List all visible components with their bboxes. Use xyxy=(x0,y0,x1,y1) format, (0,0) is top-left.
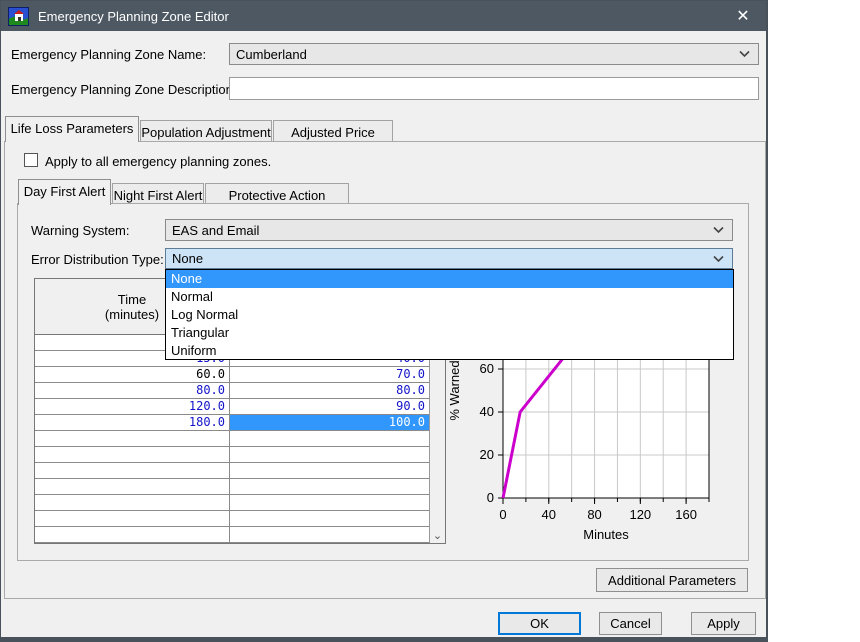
zone-name-value: Cumberland xyxy=(236,47,307,62)
window-title: Emergency Planning Zone Editor xyxy=(38,9,229,24)
apply-all-zones-label: Apply to all emergency planning zones. xyxy=(45,154,271,169)
table-row[interactable] xyxy=(35,495,429,511)
warning-system-label: Warning System: xyxy=(31,223,130,238)
tab-night-first-alert[interactable]: Night First Alert xyxy=(112,183,204,205)
warning-system-value: EAS and Email xyxy=(172,223,259,238)
svg-text:0: 0 xyxy=(487,490,494,505)
close-icon[interactable]: ✕ xyxy=(726,1,760,31)
table-row[interactable]: 180.0100.0 xyxy=(35,415,429,431)
svg-text:120: 120 xyxy=(629,507,651,522)
epz-editor-dialog: Emergency Planning Zone Editor ✕ Emergen… xyxy=(0,0,768,642)
svg-text:40: 40 xyxy=(542,507,556,522)
zone-name-label: Emergency Planning Zone Name: xyxy=(11,47,206,62)
table-row[interactable] xyxy=(35,431,429,447)
apply-button[interactable]: Apply xyxy=(691,612,756,635)
table-row[interactable] xyxy=(35,463,429,479)
ok-button[interactable]: OK xyxy=(498,612,581,635)
table-row[interactable]: 80.080.0 xyxy=(35,383,429,399)
table-row[interactable]: 60.070.0 xyxy=(35,367,429,383)
tab-protective-action-initiation[interactable]: Protective Action Initiation xyxy=(205,183,349,205)
title-bar[interactable]: Emergency Planning Zone Editor ✕ xyxy=(1,1,766,31)
dropdown-option-triangular[interactable]: Triangular xyxy=(166,324,733,342)
svg-text:Minutes: Minutes xyxy=(583,527,629,542)
apply-all-zones-checkbox[interactable] xyxy=(24,153,38,167)
chevron-down-icon xyxy=(739,51,750,58)
tab-adjusted-price-index[interactable]: Adjusted Price Index xyxy=(273,120,393,142)
error-distribution-dropdown[interactable]: None Normal Log Normal Triangular Unifor… xyxy=(165,269,734,360)
table-row[interactable]: 120.090.0 xyxy=(35,399,429,415)
tab-population-adjustment[interactable]: Population Adjustment xyxy=(140,120,272,142)
zone-name-combobox[interactable]: Cumberland xyxy=(229,43,759,65)
dropdown-option-normal[interactable]: Normal xyxy=(166,288,733,306)
zone-desc-input[interactable] xyxy=(229,77,759,100)
tab-day-first-alert[interactable]: Day First Alert xyxy=(18,179,111,205)
svg-text:40: 40 xyxy=(480,404,494,419)
app-icon xyxy=(8,7,29,26)
error-distribution-value: None xyxy=(172,251,203,266)
zone-desc-label: Emergency Planning Zone Description: xyxy=(11,82,236,97)
svg-text:60: 60 xyxy=(480,361,494,376)
error-distribution-combobox[interactable]: None xyxy=(165,248,733,269)
table-row[interactable] xyxy=(35,447,429,463)
cancel-button[interactable]: Cancel xyxy=(599,612,662,635)
svg-text:0: 0 xyxy=(499,507,506,522)
dropdown-option-log-normal[interactable]: Log Normal xyxy=(166,306,733,324)
dropdown-option-uniform[interactable]: Uniform xyxy=(166,342,733,360)
chevron-down-icon xyxy=(713,227,724,234)
table-row[interactable] xyxy=(35,479,429,495)
table-row[interactable] xyxy=(35,527,429,543)
svg-text:% Warned: % Warned xyxy=(447,360,462,420)
additional-parameters-button[interactable]: Additional Parameters xyxy=(596,568,748,592)
chevron-down-icon xyxy=(713,255,724,262)
error-distribution-label: Error Distribution Type: xyxy=(31,252,164,267)
dropdown-option-none[interactable]: None xyxy=(166,270,733,288)
svg-text:80: 80 xyxy=(587,507,601,522)
tab-life-loss-parameters[interactable]: Life Loss Parameters xyxy=(5,116,139,142)
warning-system-combobox[interactable]: EAS and Email xyxy=(165,219,733,241)
selected-cell: 100.0 xyxy=(230,415,429,431)
svg-text:160: 160 xyxy=(675,507,697,522)
svg-text:20: 20 xyxy=(480,447,494,462)
table-row[interactable] xyxy=(35,511,429,527)
